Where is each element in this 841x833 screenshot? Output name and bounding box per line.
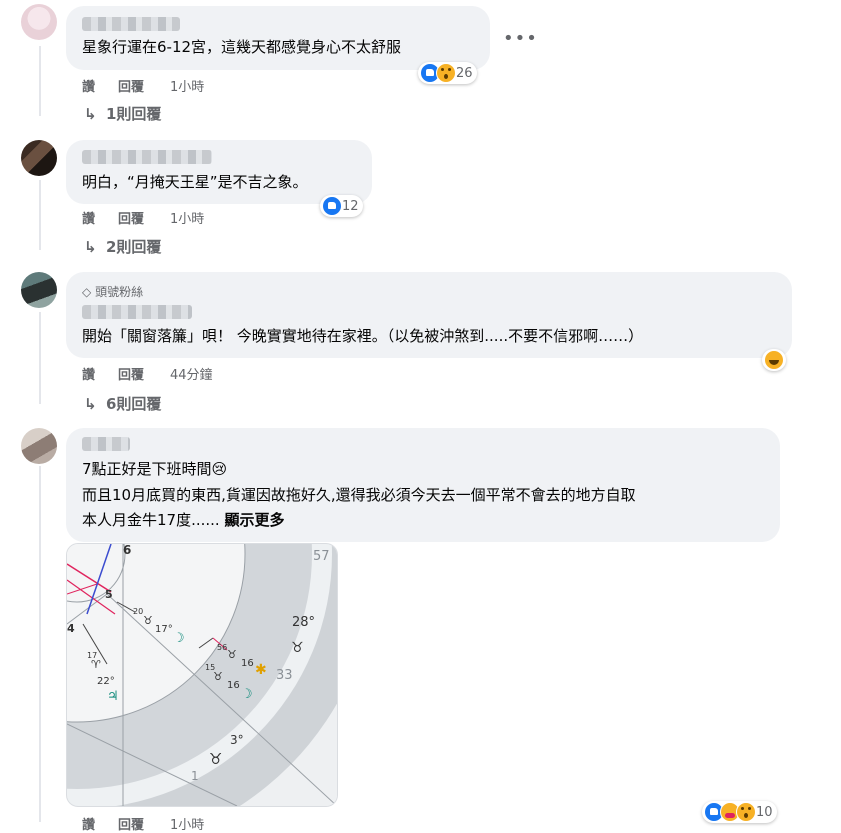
thread-line [39, 466, 41, 822]
like-button[interactable]: 讚 [82, 364, 95, 383]
chart-label: 56 [217, 643, 227, 652]
taurus-icon: ♉ [213, 670, 223, 683]
jupiter-icon: ♃ [107, 689, 119, 704]
chart-label: 16 [241, 658, 254, 669]
reaction-count: 10 [756, 804, 773, 820]
comment-bubble: 星象行運在6-12宮，這幾天都感覺身心不太舒服 [66, 6, 490, 70]
reply-button[interactable]: 回覆 [118, 208, 144, 227]
timestamp[interactable]: 44分鐘 [170, 364, 213, 383]
wow-icon [436, 63, 456, 83]
comment-bubble: 7點正好是下班時間😢 而且10月底買的東西,貨運因故拖好久,還得我必須今天去一個… [66, 428, 780, 542]
taurus-icon: ♉ [209, 750, 222, 768]
wow-icon [736, 802, 756, 822]
reply-arrow-icon: ↳ [84, 395, 97, 413]
moon-icon: ☽ [173, 631, 185, 646]
chart-label: 5 [105, 588, 113, 601]
comment-actions: 讚 回覆 1小時 [82, 208, 282, 227]
comment-actions: 讚 回覆 1小時 [82, 814, 282, 833]
reaction-summary[interactable]: 12 [320, 195, 363, 217]
view-replies-link[interactable]: ↳ 6則回覆 [84, 393, 161, 414]
like-button[interactable]: 讚 [82, 814, 95, 833]
avatar[interactable] [21, 4, 57, 40]
like-button[interactable]: 讚 [82, 208, 95, 227]
chart-label: 17° [155, 624, 173, 635]
comment-actions: 讚 回覆 1小時 [82, 76, 282, 95]
comment-actions: 讚 回覆 44分鐘 [82, 364, 282, 383]
thread-line [39, 180, 41, 250]
taurus-icon: ♉ [143, 614, 153, 627]
chart-label: 20 [133, 607, 143, 616]
timestamp[interactable]: 1小時 [170, 208, 204, 227]
more-options-icon[interactable]: ••• [503, 28, 538, 49]
moon-icon: ☽ [241, 687, 253, 702]
chart-label: 3° [230, 733, 244, 747]
comment-text-line: 本人月金牛17度...... 顯示更多 [82, 511, 285, 529]
laugh-icon [764, 350, 784, 370]
avatar[interactable] [21, 140, 57, 176]
chart-label: 33 [276, 668, 293, 683]
timestamp[interactable]: 1小時 [170, 814, 204, 833]
comment-text: 開始「關窗落簾」唄！ 今晚實實地待在家裡。（以免被沖煞到.....不要不信邪啊…… [82, 327, 644, 345]
avatar[interactable] [21, 272, 57, 308]
chart-label: 6 [123, 544, 131, 557]
thread-line [39, 46, 41, 116]
reply-button[interactable]: 回覆 [118, 76, 144, 95]
avatar[interactable] [21, 428, 57, 464]
comment-text: 星象行運在6-12宮，這幾天都感覺身心不太舒服 [82, 38, 402, 56]
like-icon [322, 196, 342, 216]
comment-bubble: ◇ 頭號粉絲 開始「關窗落簾」唄！ 今晚實實地待在家裡。（以免被沖煞到.....… [66, 272, 792, 358]
reply-button[interactable]: 回覆 [118, 364, 144, 383]
aries-icon: ♈ [91, 658, 101, 671]
view-replies-link[interactable]: ↳ 2則回覆 [84, 236, 161, 257]
like-button[interactable]: 讚 [82, 76, 95, 95]
comment-text-line: 而且10月底買的東西,貨運因故拖好久,還得我必須今天去一個平常不會去的地方自取 [82, 486, 636, 504]
author-name[interactable] [82, 17, 180, 31]
chart-label: 57 [313, 549, 330, 564]
comment-text: 明白，“月掩天王星”是不吉之象。 [82, 173, 308, 191]
top-fan-badge[interactable]: ◇ 頭號粉絲 [82, 283, 143, 300]
chart-label: 28° [292, 615, 315, 630]
reaction-summary[interactable] [762, 349, 786, 371]
chart-label: 4 [67, 622, 75, 635]
thread-line [39, 312, 41, 404]
chart-label: 16 [227, 680, 240, 691]
astrology-chart: 6 57 5 4 20 ♉ 17° ☽ 17 ♈ 22° ♃ 28° ♉ 56 … [67, 544, 337, 806]
chart-label: 22° [97, 676, 115, 687]
reaction-summary[interactable]: 26 [418, 62, 477, 84]
comment-bubble: 明白，“月掩天王星”是不吉之象。 [66, 140, 372, 204]
author-name[interactable] [82, 437, 130, 451]
attached-image[interactable]: 6 57 5 4 20 ♉ 17° ☽ 17 ♈ 22° ♃ 28° ♉ 56 … [66, 543, 338, 807]
uranus-icon: ✱ [255, 662, 267, 678]
author-name[interactable] [82, 305, 192, 319]
see-more-link[interactable]: 顯示更多 [224, 511, 284, 529]
author-name[interactable] [82, 150, 212, 164]
diamond-icon: ◇ [82, 285, 92, 299]
reaction-summary[interactable]: 10 [702, 801, 777, 823]
comment-text-line: 7點正好是下班時間😢 [82, 460, 228, 478]
reply-arrow-icon: ↳ [84, 105, 97, 123]
reaction-count: 12 [342, 198, 359, 214]
reply-button[interactable]: 回覆 [118, 814, 144, 833]
chart-label: 1 [191, 769, 199, 783]
taurus-icon: ♉ [227, 648, 237, 661]
taurus-icon: ♉ [291, 640, 304, 656]
timestamp[interactable]: 1小時 [170, 76, 204, 95]
reaction-count: 26 [456, 65, 473, 81]
view-replies-link[interactable]: ↳ 1則回覆 [84, 103, 161, 124]
reply-arrow-icon: ↳ [84, 238, 97, 256]
